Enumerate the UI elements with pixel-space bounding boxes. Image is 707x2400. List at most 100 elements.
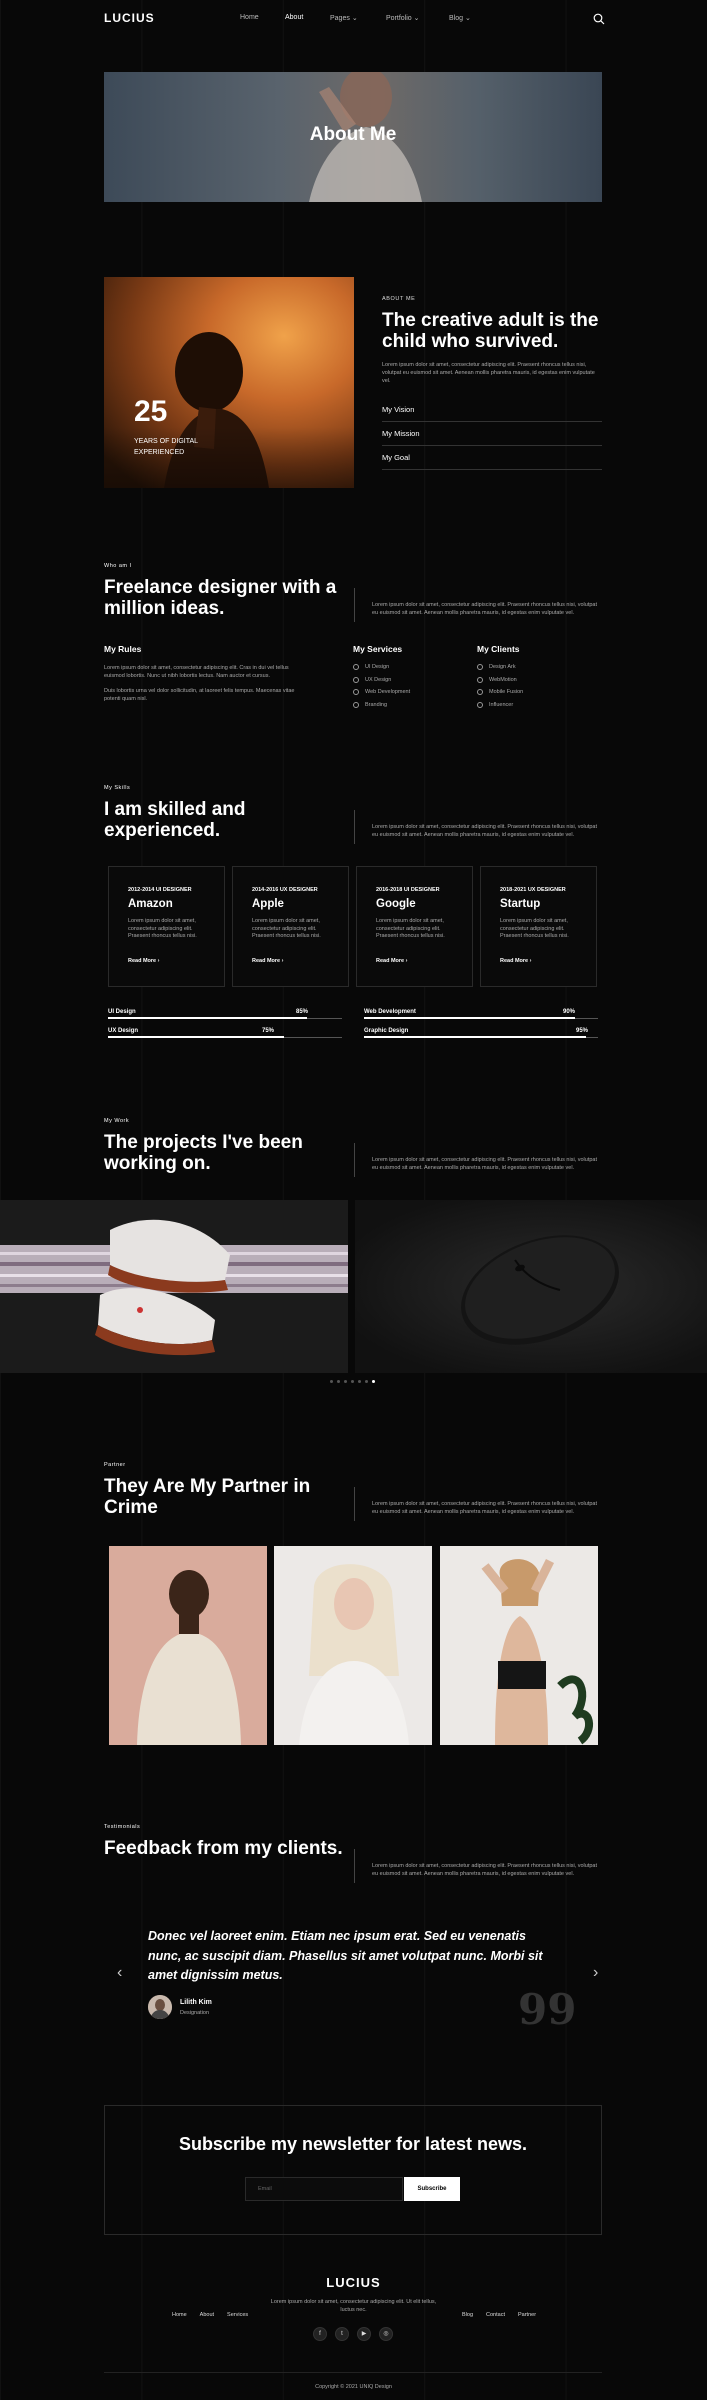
carousel-dot[interactable] (337, 1380, 340, 1383)
list-label: Branding (365, 701, 388, 708)
nav-item-about[interactable]: About (285, 14, 330, 22)
circle-bullet-icon (477, 689, 483, 696)
nav-item-portfolio[interactable]: Portfolio ⌄ (386, 14, 449, 22)
twitter-icon[interactable]: t (335, 2327, 349, 2341)
carousel-dot[interactable] (330, 1380, 333, 1383)
chevron-left-icon[interactable]: ‹ (117, 1964, 122, 1982)
circle-bullet-icon (353, 701, 359, 708)
email-field[interactable]: Email (245, 2177, 403, 2201)
project-image-mouse[interactable] (355, 1200, 707, 1373)
testimonial-quote: Donec vel laoreet enim. Etiam nec ipsum … (148, 1929, 543, 1982)
work-label: My Work (104, 1118, 130, 1124)
chevron-right-icon: › (281, 958, 284, 964)
project-image-sneakers[interactable] (0, 1200, 348, 1373)
read-more-link[interactable]: Read More › (128, 958, 160, 964)
footer-link-partner[interactable]: Partner (518, 2312, 536, 2318)
circle-bullet-icon (477, 676, 483, 683)
card-description: Lorem ipsum dolor sit amet, consectetur … (252, 918, 321, 939)
divider (354, 1849, 355, 1883)
divider (354, 588, 355, 622)
card-company: Startup (500, 898, 541, 910)
list-item: Design Ark (477, 661, 523, 674)
skill-bar-percent: 75% (262, 1028, 275, 1034)
list-label: UI Design (365, 664, 390, 671)
chevron-right-icon[interactable]: › (593, 1964, 598, 1982)
accordion-label: My Goal (382, 453, 410, 462)
instagram-icon[interactable]: ◎ (379, 2327, 393, 2341)
skills-heading: I am skilled and experienced. (104, 799, 246, 841)
circle-bullet-icon (353, 689, 359, 696)
author-role: Designation (180, 2010, 210, 2016)
list-item: WebMotion (477, 674, 523, 687)
accordion-goal[interactable]: My Goal (382, 453, 602, 470)
chevron-right-icon: › (529, 958, 532, 964)
youtube-icon[interactable]: ▶ (357, 2327, 371, 2341)
card-company: Apple (252, 898, 284, 910)
accordion-mission[interactable]: My Mission (382, 429, 602, 446)
list-item: Mobile Fusion (477, 686, 523, 699)
services-title: My Services (353, 644, 403, 654)
nav-item-home[interactable]: Home (240, 14, 285, 22)
footer-link-home[interactable]: Home (172, 2312, 187, 2318)
carousel-dots (330, 1380, 375, 1383)
experience-card: 2018-2021 UX DESIGNER Startup Lorem ipsu… (480, 866, 597, 987)
read-more-link[interactable]: Read More › (500, 958, 532, 964)
nav-label: Portfolio (386, 15, 412, 22)
who-heading: Freelance designer with a million ideas. (104, 577, 337, 619)
newsletter-box (104, 2105, 602, 2235)
footer-divider (104, 2372, 602, 2373)
footer-link-contact[interactable]: Contact (486, 2312, 505, 2318)
partner-photo[interactable] (274, 1546, 432, 1745)
carousel-dot[interactable] (365, 1380, 368, 1383)
accordion-vision[interactable]: My Vision (382, 405, 602, 422)
list-item: UI Design (353, 661, 410, 674)
footer-link-about[interactable]: About (200, 2312, 214, 2318)
partner-photo[interactable] (440, 1546, 598, 1745)
carousel-dot[interactable] (344, 1380, 347, 1383)
carousel-dot[interactable] (351, 1380, 354, 1383)
circle-bullet-icon (477, 664, 483, 671)
copyright: Copyright © 2021 UNIQ Design (315, 2384, 392, 2390)
nav-label: About (285, 14, 304, 21)
nav-item-blog[interactable]: Blog ⌄ (449, 14, 489, 22)
skill-bar-percent: 90% (563, 1009, 576, 1015)
skill-bar-label: UI Design (108, 1009, 136, 1015)
hero-title: About Me (309, 124, 397, 145)
list-item: Web Development (353, 686, 410, 699)
skill-bar-fill (108, 1036, 284, 1038)
footer-logo[interactable]: LUCIUS (0, 2275, 707, 2290)
carousel-dot[interactable] (372, 1380, 375, 1383)
read-more-link[interactable]: Read More › (252, 958, 284, 964)
facebook-icon[interactable]: f (313, 2327, 327, 2341)
avatar (148, 1995, 172, 2019)
footer-link-services[interactable]: Services (227, 2312, 248, 2318)
footer-link-blog[interactable]: Blog (462, 2312, 473, 2318)
skill-bar-label: Web Development (364, 1009, 416, 1015)
read-more-label: Read More (500, 958, 529, 964)
years-experience-number: 25 (134, 395, 168, 428)
carousel-dot[interactable] (358, 1380, 361, 1383)
partner-photo[interactable] (109, 1546, 267, 1745)
subscribe-button[interactable]: Subscribe (404, 2177, 460, 2201)
testimonials-label: Testimonials (104, 1824, 141, 1830)
search-icon[interactable] (593, 12, 605, 25)
circle-bullet-icon (477, 701, 483, 708)
newsletter-title: Subscribe my newsletter for latest news. (178, 2134, 528, 2154)
chevron-down-icon: ⌄ (351, 15, 358, 22)
card-company: Amazon (128, 898, 173, 910)
about-heading: The creative adult is the child who surv… (382, 310, 599, 352)
clients-list: Design Ark WebMotion Mobile Fusion Influ… (477, 661, 523, 711)
card-years: 2012-2014 UI DESIGNER (128, 887, 192, 893)
about-paragraph: Lorem ipsum dolor sit amet, consectetur … (382, 362, 595, 384)
footer-tagline: Lorem ipsum dolor sit amet, consectetur … (270, 2299, 437, 2313)
list-item: Branding (353, 699, 410, 712)
accordion-label: My Vision (382, 405, 415, 414)
chevron-right-icon: › (405, 958, 408, 964)
experience-card: 2012-2014 UI DESIGNER Amazon Lorem ipsum… (108, 866, 225, 987)
chevron-down-icon: ⌄ (413, 15, 420, 22)
read-more-link[interactable]: Read More › (376, 958, 408, 964)
nav-item-pages[interactable]: Pages ⌄ (330, 14, 386, 22)
site-logo[interactable]: LUCIUS (104, 11, 155, 25)
partner-label: Partner (104, 1462, 126, 1468)
partner-paragraph: Lorem ipsum dolor sit amet, consectetur … (372, 1501, 597, 1515)
